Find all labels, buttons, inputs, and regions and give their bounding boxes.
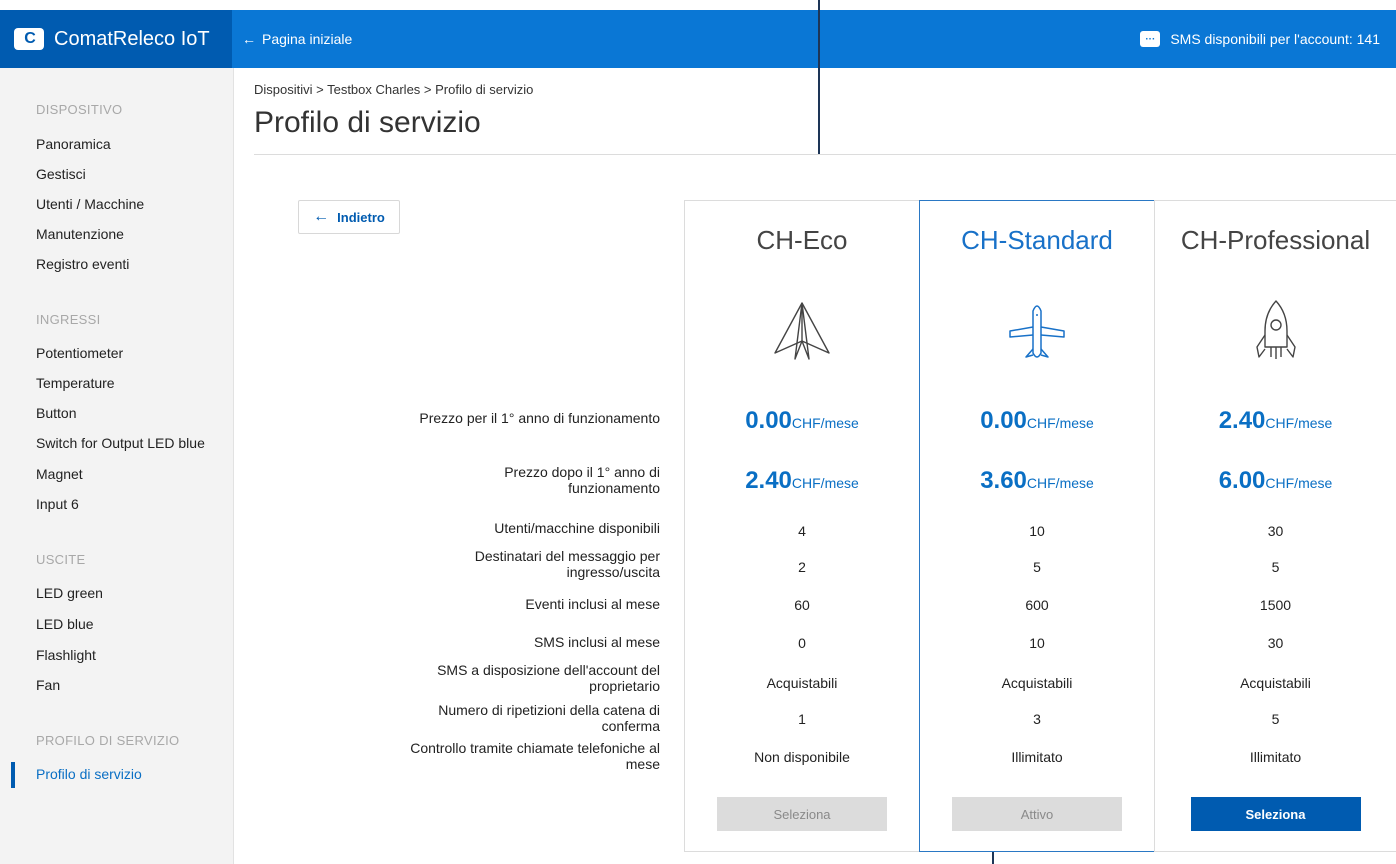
sms-info-label: SMS disponibili per l'account: 141 xyxy=(1170,31,1380,47)
title-divider xyxy=(254,154,1396,155)
row-label: Eventi inclusi al mese xyxy=(525,596,660,612)
cell-sms: 10 xyxy=(1029,635,1045,651)
price-unit: CHF/mese xyxy=(1265,415,1333,431)
cell-phone-control: Illimitato xyxy=(1011,749,1063,765)
price-unit: CHF/mese xyxy=(1026,415,1094,431)
price-amount: 2.40 xyxy=(1218,407,1266,434)
plan-title: CH-Standard xyxy=(961,225,1113,255)
cell-phone-control: Non disponibile xyxy=(754,749,850,765)
row-label: SMS a disposizione dell'account del prop… xyxy=(437,662,660,694)
sidebar-item-flashlight[interactable]: Flashlight xyxy=(36,647,96,663)
price-first-year: 0.00CHF/mese xyxy=(920,407,1154,435)
top-bar: C ComatReleco IoT ← Pagina iniziale ··· … xyxy=(0,10,1396,68)
chat-icon: ··· xyxy=(1140,31,1161,47)
home-link[interactable]: ← Pagina iniziale xyxy=(242,10,352,68)
sidebar-item-panoramica[interactable]: Panoramica xyxy=(36,136,111,152)
row-label: Utenti/macchine disponibili xyxy=(494,520,660,536)
plan-card-professional: CH-Professional 2.40CHF/mese 6.00CHF/mes… xyxy=(1154,200,1396,852)
price-unit: CHF/mese xyxy=(791,415,859,431)
arrow-left-icon: ← xyxy=(313,208,330,225)
arrow-left-icon: ← xyxy=(242,31,256,47)
cell-users: 30 xyxy=(1267,523,1284,539)
brand[interactable]: C ComatReleco IoT xyxy=(0,10,232,68)
back-button-label: Indietro xyxy=(337,209,385,225)
price-unit: CHF/mese xyxy=(791,475,859,491)
paper-plane-icon xyxy=(774,302,830,360)
cell-sms-account: Acquistabili xyxy=(1001,675,1073,691)
sidebar-item-led-green[interactable]: LED green xyxy=(36,585,103,601)
price-unit: CHF/mese xyxy=(1265,475,1333,491)
sidebar-section-title: DISPOSITIVO xyxy=(36,102,123,117)
cell-phone-control: Illimitato xyxy=(1249,749,1302,765)
sidebar-item-magnet[interactable]: Magnet xyxy=(36,466,83,482)
sidebar-item-fan[interactable]: Fan xyxy=(36,677,60,693)
cell-recipients: 5 xyxy=(1033,559,1041,575)
cell-events: 60 xyxy=(794,597,810,613)
row-label: Destinatari del messaggio per ingresso/u… xyxy=(474,548,660,580)
sms-info: ··· SMS disponibili per l'account: 141 xyxy=(1140,10,1380,68)
price-amount: 0.00 xyxy=(745,407,792,434)
row-label: Numero di ripetizioni della catena di co… xyxy=(438,702,660,734)
back-button[interactable]: ← Indietro xyxy=(298,200,400,234)
cell-repetitions: 1 xyxy=(798,711,806,727)
sidebar-item-gestisci[interactable]: Gestisci xyxy=(36,166,86,182)
sidebar-item-input-6[interactable]: Input 6 xyxy=(36,496,79,512)
sidebar-item-button[interactable]: Button xyxy=(36,405,76,421)
cell-repetitions: 3 xyxy=(1033,711,1041,727)
page-title: Profilo di servizio xyxy=(254,106,481,139)
sidebar-section-title: PROFILO DI SERVIZIO xyxy=(36,733,180,748)
sidebar-item-switch-led-blue[interactable]: Switch for Output LED blue xyxy=(36,435,205,451)
cell-recipients: 5 xyxy=(1271,559,1280,575)
row-label: Prezzo per il 1° anno di funzionamento xyxy=(419,410,660,426)
price-first-year: 0.00CHF/mese xyxy=(685,407,919,435)
select-professional-button[interactable]: Seleziona xyxy=(1190,797,1361,831)
plan-card-eco: CH-Eco 0.00CHF/mese 2.40CHF/mese 4 2 60 … xyxy=(684,200,920,852)
active-indicator xyxy=(11,762,15,788)
home-link-label: Pagina iniziale xyxy=(262,31,353,47)
brand-name: ComatReleco IoT xyxy=(54,27,210,50)
rocket-icon xyxy=(1255,300,1296,359)
cell-repetitions: 5 xyxy=(1271,711,1280,727)
sidebar-item-temperature[interactable]: Temperature xyxy=(36,375,115,391)
price-amount: 6.00 xyxy=(1218,467,1266,494)
sidebar-item-manutenzione[interactable]: Manutenzione xyxy=(36,226,124,242)
sidebar-item-profilo-di-servizio[interactable]: Profilo di servizio xyxy=(36,766,142,782)
airplane-icon xyxy=(1009,305,1065,358)
sidebar-section-title: USCITE xyxy=(36,552,86,567)
price-amount: 2.40 xyxy=(745,467,792,494)
active-standard-button[interactable]: Attivo xyxy=(952,797,1122,831)
cell-recipients: 2 xyxy=(798,559,806,575)
breadcrumb[interactable]: Dispositivi > Testbox Charles > Profilo … xyxy=(254,82,533,97)
marker-line xyxy=(818,0,820,154)
sidebar-item-potentiometer[interactable]: Potentiometer xyxy=(36,345,123,361)
cell-sms-account: Acquistabili xyxy=(766,675,838,691)
cell-sms: 0 xyxy=(798,635,806,651)
price-amount: 0.00 xyxy=(980,407,1027,434)
sidebar-item-registro-eventi[interactable]: Registro eventi xyxy=(36,256,129,272)
row-label: Controllo tramite chiamate telefoniche a… xyxy=(410,740,660,772)
cell-users: 10 xyxy=(1029,523,1045,539)
price-after: 6.00CHF/mese xyxy=(1155,467,1396,495)
sidebar-item-led-blue[interactable]: LED blue xyxy=(36,616,94,632)
cell-events: 600 xyxy=(1025,597,1049,613)
price-unit: CHF/mese xyxy=(1026,475,1094,491)
cell-users: 4 xyxy=(798,523,806,539)
price-after: 3.60CHF/mese xyxy=(920,467,1154,495)
price-after: 2.40CHF/mese xyxy=(685,467,919,495)
price-amount: 3.60 xyxy=(980,467,1027,494)
sidebar-section-title: INGRESSI xyxy=(36,312,101,327)
plan-title: CH-Professional xyxy=(1180,225,1371,255)
cell-sms: 30 xyxy=(1267,635,1284,651)
sidebar: DISPOSITIVO Panoramica Gestisci Utenti /… xyxy=(0,68,234,864)
brand-logo-icon: C xyxy=(14,28,44,50)
cell-sms-account: Acquistabili xyxy=(1240,675,1311,691)
sidebar-item-utenti-macchine[interactable]: Utenti / Macchine xyxy=(36,196,144,212)
plan-card-standard: CH-Standard 0.00CHF/mese 3.60CHF/mese 10… xyxy=(919,200,1155,852)
row-label: SMS inclusi al mese xyxy=(533,634,660,650)
price-first-year: 2.40CHF/mese xyxy=(1155,407,1396,435)
cell-events: 1500 xyxy=(1259,597,1292,613)
row-label: Prezzo dopo il 1° anno di funzionamento xyxy=(504,464,660,496)
select-eco-button[interactable]: Seleziona xyxy=(717,797,887,831)
plan-title: CH-Eco xyxy=(756,225,848,255)
